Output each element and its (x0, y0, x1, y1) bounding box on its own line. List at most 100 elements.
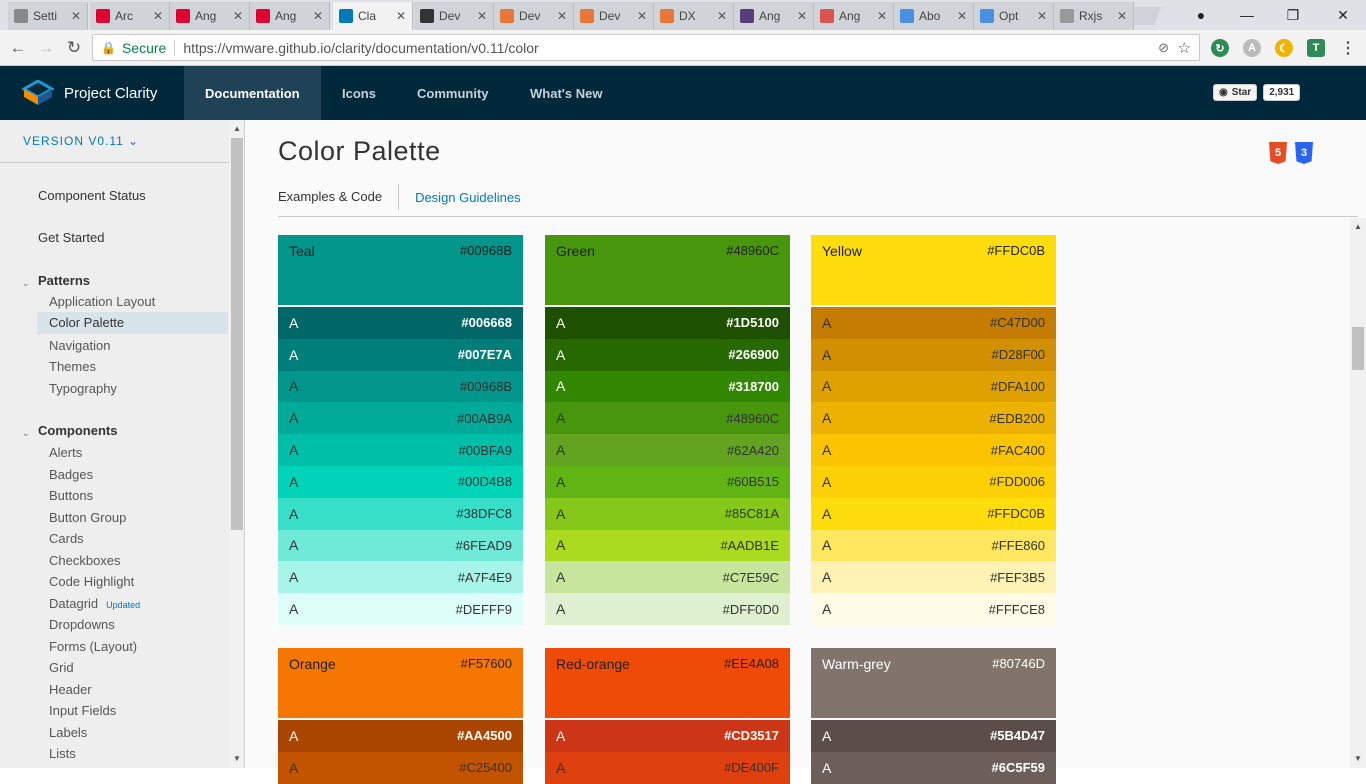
close-tab-icon[interactable]: ✕ (557, 9, 567, 23)
browser-tab[interactable]: Ang ✕ (734, 2, 814, 30)
browser-tab[interactable]: Rxjs ✕ (1054, 2, 1134, 30)
blocked-icon[interactable]: ⊘ (1158, 40, 1169, 56)
sidebar-item-buttons[interactable]: Buttons (49, 488, 93, 503)
angular-extension-icon[interactable]: A (1243, 39, 1261, 57)
night-mode-icon[interactable]: ☾ (1275, 39, 1293, 57)
sidebar-group-patterns[interactable]: Patterns (38, 273, 90, 288)
css3-icon[interactable]: 3 (1295, 142, 1313, 164)
restore-button[interactable]: ❐ (1270, 0, 1316, 30)
brand[interactable]: Project Clarity (22, 66, 157, 120)
clarity-logo-icon (22, 80, 54, 105)
close-tab-icon[interactable]: ✕ (153, 9, 163, 23)
sidebar-item-datagrid[interactable]: Datagrid Updated (49, 596, 140, 611)
browser-tab[interactable]: Opt ✕ (974, 2, 1054, 30)
menu-icon[interactable]: ⋮ (1339, 39, 1357, 57)
sample-letter: A (556, 442, 566, 459)
browser-tab[interactable]: Dev ✕ (574, 2, 654, 30)
sidebar-item-application-layout[interactable]: Application Layout (49, 294, 155, 309)
sidebar-item-badges[interactable]: Badges (49, 467, 93, 482)
close-tab-icon[interactable]: ✕ (396, 9, 406, 23)
main-scrollbar[interactable] (1350, 218, 1366, 768)
browser-tab[interactable]: Ang ✕ (170, 2, 250, 30)
version-dropdown[interactable]: VERSION V0.11 ⌄ (23, 134, 139, 148)
sidebar-item-cards[interactable]: Cards (49, 531, 84, 546)
sidebar-item-get-started[interactable]: Get Started (38, 230, 104, 245)
browser-tab[interactable]: Cla ✕ (333, 2, 413, 30)
sidebar-item-labels[interactable]: Labels (49, 725, 87, 740)
browser-tab-label: DX (679, 9, 696, 23)
close-tab-icon[interactable]: ✕ (1037, 9, 1047, 23)
browser-tab[interactable]: Dev ✕ (414, 2, 494, 30)
nav-icons[interactable]: Icons (321, 66, 397, 120)
sidebar-item-grid[interactable]: Grid (49, 660, 74, 675)
close-tab-icon[interactable]: ✕ (1117, 9, 1127, 23)
color-swatch-row: A #FFE860 (811, 529, 1056, 562)
close-tab-icon[interactable]: ✕ (957, 9, 967, 23)
tab-examples-code[interactable]: Examples & Code (278, 184, 400, 210)
reload-button[interactable]: ↻ (62, 36, 86, 60)
browser-tab[interactable]: Dev ✕ (494, 2, 574, 30)
account-icon[interactable]: ● (1178, 0, 1224, 30)
browser-tab-label: Cla (358, 9, 377, 23)
back-button[interactable]: ← (6, 36, 30, 60)
sidebar-item-dropdowns[interactable]: Dropdowns (49, 617, 115, 632)
extension-icon[interactable]: ↻ (1211, 39, 1229, 57)
scroll-up-icon[interactable]: ▲ (233, 124, 241, 133)
close-tab-icon[interactable]: ✕ (877, 9, 887, 23)
nav-whats-new[interactable]: What's New (509, 66, 623, 120)
browser-tab-label: Opt (999, 9, 1019, 23)
scroll-up-icon[interactable]: ▲ (1354, 222, 1362, 231)
browser-tab[interactable]: Arc ✕ (90, 2, 170, 30)
page-icon (1060, 9, 1074, 23)
sidebar-item-code-highlight[interactable]: Code Highlight (49, 574, 134, 589)
close-tab-icon[interactable]: ✕ (233, 9, 243, 23)
scroll-down-icon[interactable]: ▼ (1354, 754, 1362, 763)
minimize-button[interactable]: — (1224, 0, 1270, 30)
close-tab-icon[interactable]: ✕ (797, 9, 807, 23)
sidebar-item-typography[interactable]: Typography (49, 381, 117, 396)
sample-letter: A (289, 314, 299, 331)
close-tab-icon[interactable]: ✕ (71, 9, 81, 23)
close-tab-icon[interactable]: ✕ (313, 9, 323, 23)
sidebar-item-input-fields[interactable]: Input Fields (49, 703, 116, 718)
color-swatch-row: A #FDD006 (811, 465, 1056, 498)
sidebar-group-components[interactable]: Components (38, 423, 117, 438)
chevron-down-icon[interactable]: ⌄ (22, 428, 30, 439)
tab-design-guidelines[interactable]: Design Guidelines (399, 190, 521, 205)
github-star-count[interactable]: 2,931 (1263, 84, 1301, 101)
nav-community[interactable]: Community (396, 66, 510, 120)
close-tab-icon[interactable]: ✕ (637, 9, 647, 23)
html5-icon[interactable]: 5 (1269, 142, 1287, 164)
address-bar[interactable]: 🔒 Secure https://vmware.github.io/clarit… (92, 34, 1200, 61)
close-tab-icon[interactable]: ✕ (477, 9, 487, 23)
main-scrollbar-thumb[interactable] (1352, 327, 1364, 370)
sidebar-item-button-group[interactable]: Button Group (49, 510, 126, 525)
sidebar-item-component-status[interactable]: Component Status (38, 188, 146, 203)
sidebar-item-header[interactable]: Header (49, 682, 92, 697)
tampermonkey-icon[interactable]: T (1307, 39, 1325, 57)
sidebar-item-alerts[interactable]: Alerts (49, 445, 82, 460)
chevron-down-icon[interactable]: ⌄ (22, 278, 30, 289)
palette-name: Teal (289, 243, 315, 259)
browser-tab[interactable]: Ang ✕ (814, 2, 894, 30)
scroll-down-icon[interactable]: ▼ (233, 754, 241, 763)
forward-button[interactable]: → (34, 36, 58, 60)
sidebar-item-navigation[interactable]: Navigation (49, 338, 110, 353)
browser-tab[interactable]: Abo ✕ (894, 2, 974, 30)
browser-tab[interactable]: DX ✕ (654, 2, 734, 30)
bookmark-star-icon[interactable]: ☆ (1178, 39, 1191, 57)
browser-tab[interactable]: Ang ✕ (250, 2, 330, 30)
sidebar-scrollbar-thumb[interactable] (231, 138, 243, 530)
sidebar-item-checkboxes[interactable]: Checkboxes (49, 553, 121, 568)
nav-documentation[interactable]: Documentation (184, 66, 321, 120)
browser-tab[interactable]: Setti ✕ (8, 2, 88, 30)
close-tab-icon[interactable]: ✕ (717, 9, 727, 23)
sidebar-item-themes[interactable]: Themes (49, 359, 96, 374)
color-swatch-row: A #85C81A (545, 497, 790, 530)
sidebar-item-forms-layout[interactable]: Forms (Layout) (49, 639, 137, 654)
github-star-button[interactable]: ◉ Star (1213, 84, 1258, 101)
palette-card-warm-grey: Warm-grey #80746D A #5B4D47 A #6C5F59 (811, 648, 1056, 784)
close-window-button[interactable]: ✕ (1320, 0, 1366, 30)
sidebar-item-color-palette[interactable]: Color Palette (37, 312, 228, 334)
sidebar-item-lists[interactable]: Lists (49, 746, 76, 761)
